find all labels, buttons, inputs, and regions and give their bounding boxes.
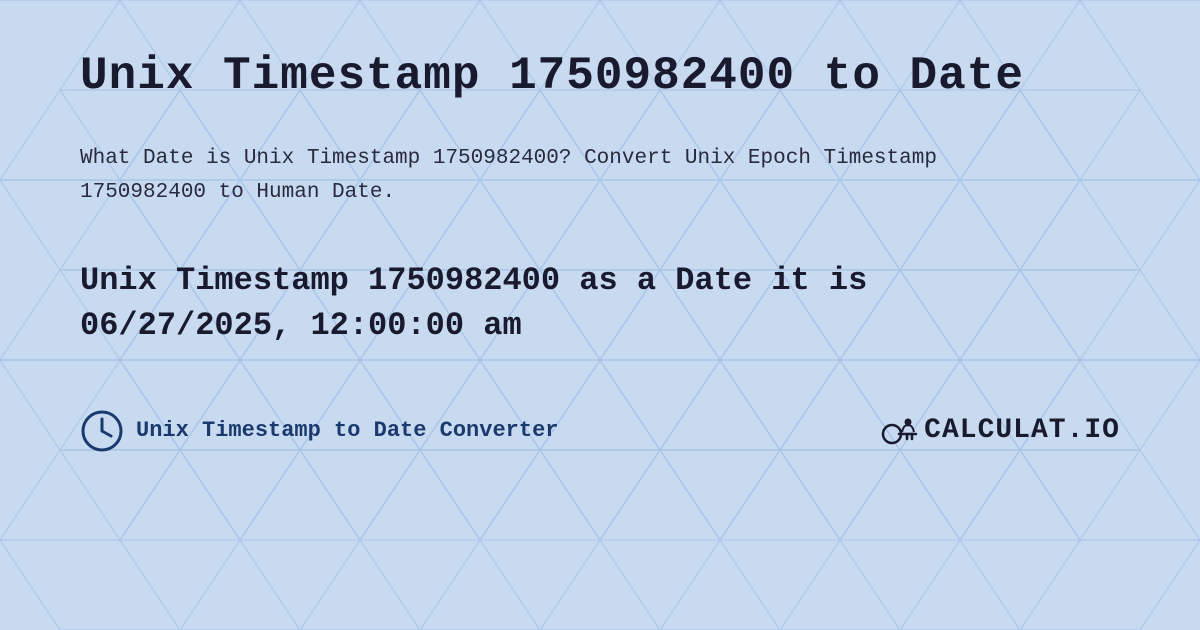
- logo-icon: [880, 412, 918, 450]
- logo-text: CALCULAT.IO: [924, 415, 1120, 446]
- result-line1: Unix Timestamp 1750982400 as a Date it i…: [80, 262, 867, 299]
- page-description: What Date is Unix Timestamp 1750982400? …: [80, 142, 980, 209]
- footer: Unix Timestamp to Date Converter CALCULA…: [80, 409, 1120, 453]
- footer-left: Unix Timestamp to Date Converter: [80, 409, 558, 453]
- page-title: Unix Timestamp 1750982400 to Date: [80, 50, 1120, 102]
- footer-label: Unix Timestamp to Date Converter: [136, 418, 558, 443]
- result-line2: 06/27/2025, 12:00:00 am: [80, 307, 522, 344]
- logo-area: CALCULAT.IO: [880, 412, 1120, 450]
- result-section: Unix Timestamp 1750982400 as a Date it i…: [80, 259, 1120, 349]
- clock-icon: [80, 409, 124, 453]
